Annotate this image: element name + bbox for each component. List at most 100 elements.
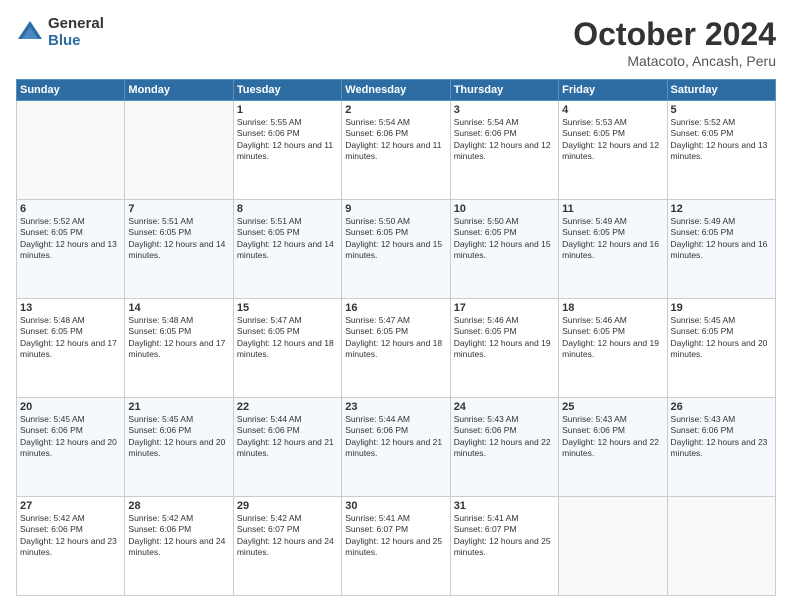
header-friday: Friday (559, 80, 667, 101)
table-row: 14Sunrise: 5:48 AMSunset: 6:05 PMDayligh… (125, 299, 233, 398)
table-row: 16Sunrise: 5:47 AMSunset: 6:05 PMDayligh… (342, 299, 450, 398)
day-number: 9 (345, 203, 446, 215)
day-info: Sunrise: 5:49 AMSunset: 6:05 PMDaylight:… (562, 216, 663, 262)
day-number: 1 (237, 104, 338, 116)
day-number: 11 (562, 203, 663, 215)
day-info: Sunrise: 5:52 AMSunset: 6:05 PMDaylight:… (671, 117, 772, 163)
day-number: 23 (345, 401, 446, 413)
day-number: 19 (671, 302, 772, 314)
day-info: Sunrise: 5:48 AMSunset: 6:05 PMDaylight:… (20, 315, 121, 361)
table-row: 18Sunrise: 5:46 AMSunset: 6:05 PMDayligh… (559, 299, 667, 398)
day-number: 18 (562, 302, 663, 314)
day-info: Sunrise: 5:54 AMSunset: 6:06 PMDaylight:… (345, 117, 446, 163)
day-number: 21 (128, 401, 229, 413)
table-row: 6Sunrise: 5:52 AMSunset: 6:05 PMDaylight… (17, 200, 125, 299)
day-info: Sunrise: 5:42 AMSunset: 6:06 PMDaylight:… (128, 513, 229, 559)
day-number: 4 (562, 104, 663, 116)
day-info: Sunrise: 5:45 AMSunset: 6:06 PMDaylight:… (128, 414, 229, 460)
day-info: Sunrise: 5:51 AMSunset: 6:05 PMDaylight:… (128, 216, 229, 262)
table-row: 8Sunrise: 5:51 AMSunset: 6:05 PMDaylight… (233, 200, 341, 299)
table-row: 29Sunrise: 5:42 AMSunset: 6:07 PMDayligh… (233, 497, 341, 596)
header-monday: Monday (125, 80, 233, 101)
day-info: Sunrise: 5:53 AMSunset: 6:05 PMDaylight:… (562, 117, 663, 163)
header-sunday: Sunday (17, 80, 125, 101)
header-wednesday: Wednesday (342, 80, 450, 101)
calendar-table: Sunday Monday Tuesday Wednesday Thursday… (16, 79, 776, 596)
calendar-week-3: 13Sunrise: 5:48 AMSunset: 6:05 PMDayligh… (17, 299, 776, 398)
day-number: 30 (345, 500, 446, 512)
table-row (17, 101, 125, 200)
day-number: 6 (20, 203, 121, 215)
day-number: 3 (454, 104, 555, 116)
table-row (667, 497, 775, 596)
day-number: 22 (237, 401, 338, 413)
table-row: 23Sunrise: 5:44 AMSunset: 6:06 PMDayligh… (342, 398, 450, 497)
table-row: 1Sunrise: 5:55 AMSunset: 6:06 PMDaylight… (233, 101, 341, 200)
day-number: 13 (20, 302, 121, 314)
day-info: Sunrise: 5:49 AMSunset: 6:05 PMDaylight:… (671, 216, 772, 262)
day-number: 8 (237, 203, 338, 215)
day-info: Sunrise: 5:44 AMSunset: 6:06 PMDaylight:… (345, 414, 446, 460)
day-number: 10 (454, 203, 555, 215)
day-number: 7 (128, 203, 229, 215)
table-row: 24Sunrise: 5:43 AMSunset: 6:06 PMDayligh… (450, 398, 558, 497)
day-info: Sunrise: 5:48 AMSunset: 6:05 PMDaylight:… (128, 315, 229, 361)
table-row: 5Sunrise: 5:52 AMSunset: 6:05 PMDaylight… (667, 101, 775, 200)
day-info: Sunrise: 5:43 AMSunset: 6:06 PMDaylight:… (454, 414, 555, 460)
page: General Blue October 2024 Matacoto, Anca… (0, 0, 792, 612)
day-info: Sunrise: 5:41 AMSunset: 6:07 PMDaylight:… (345, 513, 446, 559)
logo-icon (16, 19, 44, 47)
table-row: 7Sunrise: 5:51 AMSunset: 6:05 PMDaylight… (125, 200, 233, 299)
day-info: Sunrise: 5:52 AMSunset: 6:05 PMDaylight:… (20, 216, 121, 262)
day-number: 2 (345, 104, 446, 116)
table-row: 19Sunrise: 5:45 AMSunset: 6:05 PMDayligh… (667, 299, 775, 398)
table-row: 20Sunrise: 5:45 AMSunset: 6:06 PMDayligh… (17, 398, 125, 497)
day-number: 29 (237, 500, 338, 512)
header-tuesday: Tuesday (233, 80, 341, 101)
day-number: 5 (671, 104, 772, 116)
calendar-week-5: 27Sunrise: 5:42 AMSunset: 6:06 PMDayligh… (17, 497, 776, 596)
day-info: Sunrise: 5:45 AMSunset: 6:06 PMDaylight:… (20, 414, 121, 460)
logo-general-text: General (48, 16, 104, 33)
calendar-week-2: 6Sunrise: 5:52 AMSunset: 6:05 PMDaylight… (17, 200, 776, 299)
header-thursday: Thursday (450, 80, 558, 101)
weekday-header-row: Sunday Monday Tuesday Wednesday Thursday… (17, 80, 776, 101)
day-info: Sunrise: 5:50 AMSunset: 6:05 PMDaylight:… (345, 216, 446, 262)
day-number: 31 (454, 500, 555, 512)
day-info: Sunrise: 5:43 AMSunset: 6:06 PMDaylight:… (562, 414, 663, 460)
table-row: 4Sunrise: 5:53 AMSunset: 6:05 PMDaylight… (559, 101, 667, 200)
day-number: 12 (671, 203, 772, 215)
header-saturday: Saturday (667, 80, 775, 101)
table-row: 15Sunrise: 5:47 AMSunset: 6:05 PMDayligh… (233, 299, 341, 398)
table-row: 13Sunrise: 5:48 AMSunset: 6:05 PMDayligh… (17, 299, 125, 398)
logo: General Blue (16, 16, 104, 49)
day-info: Sunrise: 5:45 AMSunset: 6:05 PMDaylight:… (671, 315, 772, 361)
table-row: 2Sunrise: 5:54 AMSunset: 6:06 PMDaylight… (342, 101, 450, 200)
day-info: Sunrise: 5:46 AMSunset: 6:05 PMDaylight:… (454, 315, 555, 361)
day-info: Sunrise: 5:44 AMSunset: 6:06 PMDaylight:… (237, 414, 338, 460)
calendar-week-4: 20Sunrise: 5:45 AMSunset: 6:06 PMDayligh… (17, 398, 776, 497)
table-row: 10Sunrise: 5:50 AMSunset: 6:05 PMDayligh… (450, 200, 558, 299)
location: Matacoto, Ancash, Peru (573, 53, 776, 69)
day-number: 20 (20, 401, 121, 413)
table-row: 27Sunrise: 5:42 AMSunset: 6:06 PMDayligh… (17, 497, 125, 596)
day-number: 26 (671, 401, 772, 413)
table-row: 26Sunrise: 5:43 AMSunset: 6:06 PMDayligh… (667, 398, 775, 497)
day-info: Sunrise: 5:42 AMSunset: 6:06 PMDaylight:… (20, 513, 121, 559)
table-row: 28Sunrise: 5:42 AMSunset: 6:06 PMDayligh… (125, 497, 233, 596)
logo-blue-text: Blue (48, 33, 104, 50)
day-info: Sunrise: 5:54 AMSunset: 6:06 PMDaylight:… (454, 117, 555, 163)
table-row: 22Sunrise: 5:44 AMSunset: 6:06 PMDayligh… (233, 398, 341, 497)
calendar-week-1: 1Sunrise: 5:55 AMSunset: 6:06 PMDaylight… (17, 101, 776, 200)
table-row (125, 101, 233, 200)
logo-text: General Blue (48, 16, 104, 49)
day-number: 15 (237, 302, 338, 314)
day-number: 28 (128, 500, 229, 512)
table-row (559, 497, 667, 596)
day-number: 27 (20, 500, 121, 512)
header: General Blue October 2024 Matacoto, Anca… (16, 16, 776, 69)
day-info: Sunrise: 5:46 AMSunset: 6:05 PMDaylight:… (562, 315, 663, 361)
table-row: 17Sunrise: 5:46 AMSunset: 6:05 PMDayligh… (450, 299, 558, 398)
day-number: 14 (128, 302, 229, 314)
table-row: 21Sunrise: 5:45 AMSunset: 6:06 PMDayligh… (125, 398, 233, 497)
